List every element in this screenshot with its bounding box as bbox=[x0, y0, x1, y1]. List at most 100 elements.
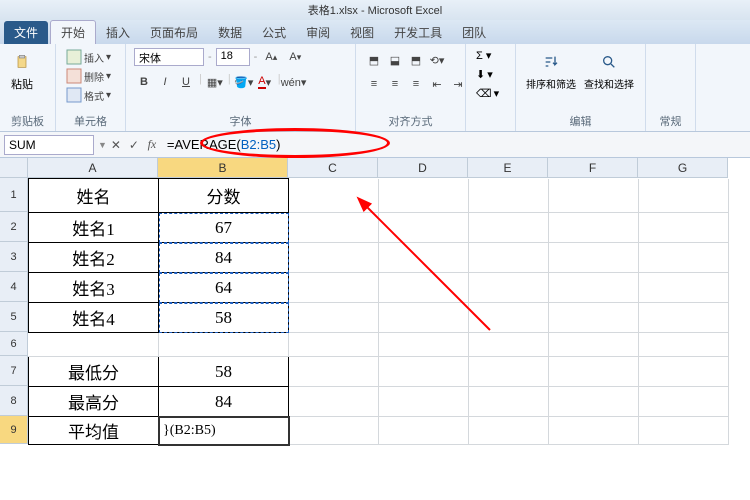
row-header-6[interactable]: 6 bbox=[0, 332, 28, 356]
cell-D5[interactable] bbox=[379, 303, 469, 333]
orientation-button[interactable]: ⟲▾ bbox=[427, 51, 447, 69]
cell-E8[interactable] bbox=[469, 387, 549, 417]
cell-C6[interactable] bbox=[289, 333, 379, 357]
cell-G2[interactable] bbox=[639, 213, 729, 243]
cell-D6[interactable] bbox=[379, 333, 469, 357]
cell-F6[interactable] bbox=[549, 333, 639, 357]
col-header-G[interactable]: G bbox=[638, 158, 728, 178]
cell-B1[interactable]: 分数 bbox=[159, 179, 289, 213]
cell-F7[interactable] bbox=[549, 357, 639, 387]
cell-E1[interactable] bbox=[469, 179, 549, 213]
cell-D7[interactable] bbox=[379, 357, 469, 387]
cell-G5[interactable] bbox=[639, 303, 729, 333]
cell-E6[interactable] bbox=[469, 333, 549, 357]
align-left-button[interactable]: ≡ bbox=[364, 75, 384, 93]
cell-E7[interactable] bbox=[469, 357, 549, 387]
delete-cells-button[interactable]: 删除 ▾ bbox=[64, 67, 113, 85]
cell-E9[interactable] bbox=[469, 417, 549, 445]
cell-E2[interactable] bbox=[469, 213, 549, 243]
cell-C1[interactable] bbox=[289, 179, 379, 213]
cell-E3[interactable] bbox=[469, 243, 549, 273]
cell-D3[interactable] bbox=[379, 243, 469, 273]
font-name-select[interactable]: 宋体 bbox=[134, 48, 204, 66]
cell-G3[interactable] bbox=[639, 243, 729, 273]
col-header-D[interactable]: D bbox=[378, 158, 468, 178]
cell-F8[interactable] bbox=[549, 387, 639, 417]
cell-G1[interactable] bbox=[639, 179, 729, 213]
bold-button[interactable]: B bbox=[134, 73, 154, 91]
align-middle-button[interactable]: ⬓ bbox=[385, 51, 405, 69]
find-select-button[interactable]: 查找和选择 bbox=[582, 48, 636, 93]
enter-formula-button[interactable]: ✓ bbox=[125, 136, 143, 154]
underline-button[interactable]: U bbox=[176, 73, 196, 91]
cancel-formula-button[interactable]: ✕ bbox=[107, 136, 125, 154]
cell-G9[interactable] bbox=[639, 417, 729, 445]
row-header-2[interactable]: 2 bbox=[0, 212, 28, 242]
increase-font-button[interactable]: A▴ bbox=[261, 48, 281, 66]
cell-F1[interactable] bbox=[549, 179, 639, 213]
cell-C7[interactable] bbox=[289, 357, 379, 387]
cell-B6[interactable] bbox=[159, 333, 289, 357]
autosum-button[interactable]: Σ ▾ bbox=[474, 48, 493, 63]
cell-G4[interactable] bbox=[639, 273, 729, 303]
cell-D9[interactable] bbox=[379, 417, 469, 445]
cell-B7[interactable]: 58 bbox=[159, 357, 289, 387]
paste-button[interactable]: 粘贴 bbox=[8, 48, 36, 94]
cell-F2[interactable] bbox=[549, 213, 639, 243]
formula-input[interactable]: =AVERAGE(B2:B5) bbox=[161, 135, 750, 155]
tab-formulas[interactable]: 公式 bbox=[252, 21, 296, 44]
cell-A1[interactable]: 姓名 bbox=[29, 179, 159, 213]
font-color-button[interactable]: A▾ bbox=[255, 73, 275, 91]
cell-F4[interactable] bbox=[549, 273, 639, 303]
row-header-9[interactable]: 9 bbox=[0, 416, 28, 444]
cell-F3[interactable] bbox=[549, 243, 639, 273]
row-header-5[interactable]: 5 bbox=[0, 302, 28, 332]
sort-filter-button[interactable]: 排序和筛选 bbox=[524, 48, 578, 93]
align-bottom-button[interactable]: ⬒ bbox=[406, 51, 426, 69]
col-header-F[interactable]: F bbox=[548, 158, 638, 178]
tab-team[interactable]: 团队 bbox=[452, 21, 496, 44]
align-center-button[interactable]: ≡ bbox=[385, 75, 405, 93]
decrease-font-button[interactable]: A▾ bbox=[285, 48, 305, 66]
cell-D8[interactable] bbox=[379, 387, 469, 417]
cell-F9[interactable] bbox=[549, 417, 639, 445]
tab-dev[interactable]: 开发工具 bbox=[384, 21, 452, 44]
row-header-7[interactable]: 7 bbox=[0, 356, 28, 386]
col-header-A[interactable]: A bbox=[28, 158, 158, 178]
border-button[interactable]: ▦▾ bbox=[205, 73, 225, 91]
cell-A7[interactable]: 最低分 bbox=[29, 357, 159, 387]
name-box[interactable] bbox=[4, 135, 94, 155]
cell-B4[interactable]: 64 bbox=[159, 273, 289, 303]
cell-A8[interactable]: 最高分 bbox=[29, 387, 159, 417]
tab-review[interactable]: 审阅 bbox=[296, 21, 340, 44]
row-header-4[interactable]: 4 bbox=[0, 272, 28, 302]
cell-A3[interactable]: 姓名2 bbox=[29, 243, 159, 273]
tab-file[interactable]: 文件 bbox=[4, 21, 48, 44]
cell-A6[interactable] bbox=[29, 333, 159, 357]
cell-B9[interactable]: }(B2:B5) bbox=[159, 417, 289, 445]
cell-B2[interactable]: 67 bbox=[159, 213, 289, 243]
cell-B5[interactable]: 58 bbox=[159, 303, 289, 333]
cell-D1[interactable] bbox=[379, 179, 469, 213]
tab-layout[interactable]: 页面布局 bbox=[140, 21, 208, 44]
cell-C3[interactable] bbox=[289, 243, 379, 273]
tab-home[interactable]: 开始 bbox=[50, 20, 96, 44]
clear-button[interactable]: ⌫ ▾ bbox=[474, 86, 501, 101]
cell-D4[interactable] bbox=[379, 273, 469, 303]
indent-inc-button[interactable]: ⇥ bbox=[448, 75, 468, 93]
insert-cells-button[interactable]: 插入 ▾ bbox=[64, 48, 113, 66]
fill-button[interactable]: ⬇ ▾ bbox=[474, 67, 495, 82]
col-header-B[interactable]: B bbox=[158, 158, 288, 178]
row-header-3[interactable]: 3 bbox=[0, 242, 28, 272]
font-size-select[interactable]: 18 bbox=[216, 48, 250, 66]
cell-C9[interactable] bbox=[289, 417, 379, 445]
cell-D2[interactable] bbox=[379, 213, 469, 243]
cell-B3[interactable]: 84 bbox=[159, 243, 289, 273]
row-header-8[interactable]: 8 bbox=[0, 386, 28, 416]
cell-G6[interactable] bbox=[639, 333, 729, 357]
row-header-1[interactable]: 1 bbox=[0, 178, 28, 212]
tab-view[interactable]: 视图 bbox=[340, 21, 384, 44]
indent-dec-button[interactable]: ⇤ bbox=[427, 75, 447, 93]
cell-C5[interactable] bbox=[289, 303, 379, 333]
cell-C2[interactable] bbox=[289, 213, 379, 243]
